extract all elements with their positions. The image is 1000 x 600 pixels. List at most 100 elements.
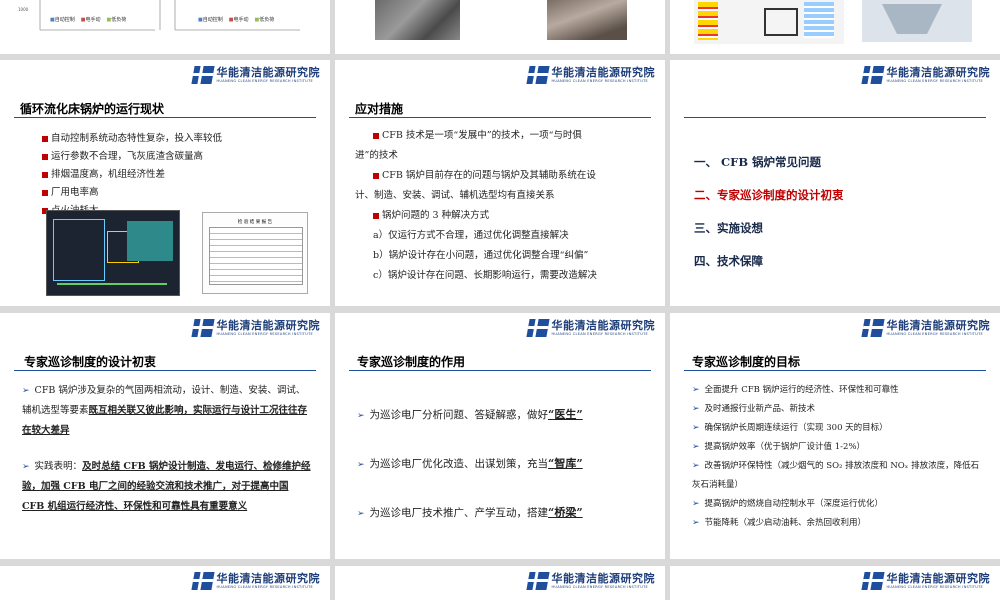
arrow-bullet-icon: ➢ [692,423,700,433]
list-item: ➢ 确保锅炉长周期连续运行（实现 300 天的目标） [692,423,888,433]
list-item: ➢ 改善锅炉环保特性（减少烟气的 SO₂ 排放浓度和 NOₓ 排放浓度，降低石灰石… [692,461,980,490]
org-logo: 华能清洁能源研究院 HUANENG CLEAN ENERGY RESEARCH I… [190,65,321,84]
legend-item: 自动控制 [54,17,75,23]
org-name: 华能清洁能源研究院 [216,318,320,332]
list-item: 运行参数不合理，飞灰底渣含碳量高 [42,148,222,166]
title-divider [349,117,651,118]
arrow-bullet-icon: ➢ [357,460,365,470]
slide-top-left[interactable]: 1000 ■自动控制 ■电手动 ■低负荷 ■自动控制 ■电手动 ■低负荷 [0,0,330,54]
org-logo: 华能清洁能源研究院 HUANENG CLEAN ENERGY RESEARCH I… [860,65,991,84]
list-item: ➢ 全面提升 CFB 锅炉运行的经济性、环保性和可靠性 [692,385,899,395]
org-name: 华能清洁能源研究院 [216,65,320,79]
org-name: 华能清洁能源研究院 [551,318,655,332]
org-name: 华能清洁能源研究院 [886,571,990,585]
org-logo: 华能清洁能源研究院 HUANENG CLEAN ENERGY RESEARCH I… [525,572,656,590]
status-list: 自动控制系统动态特性复杂，投入率较低 运行参数不合理，飞灰底渣含碳量高 排烟温度… [42,130,222,220]
logo-icon [860,319,885,337]
org-name: 华能清洁能源研究院 [886,318,990,332]
list-item: ➢ 提高锅炉效率（优于锅炉厂设计值 1-2%） [692,442,866,452]
slide-title: 专家巡诊制度的作用 [357,355,466,369]
org-logo: 华能清洁能源研究院 HUANENG CLEAN ENERGY RESEARCH I… [525,318,656,337]
bullet-icon [373,172,379,179]
title-divider [14,370,316,371]
line-chart-thumbnail-1 [39,0,300,31]
org-name-en: HUANENG CLEAN ENERGY RESEARCH INSTITUTE [216,331,314,336]
legend-item: 自动控制 [202,17,223,23]
org-logo: 华能清洁能源研究院 HUANENG CLEAN ENERGY RESEARCH I… [190,572,321,590]
bullet-icon [42,135,48,142]
title-divider [349,370,651,371]
legend-item: 电手动 [85,17,101,23]
logo-icon [190,319,215,337]
arrow-bullet-icon: ➢ [22,462,30,472]
toc-list: 一、 CFB 锅炉常见问题 二、专家巡诊制度的设计初衷 三、实施设想 四、技术保… [694,146,844,278]
test-report-image: 检 验 结 果 报 告 [202,212,308,294]
org-logo: 华能清洁能源研究院 HUANENG CLEAN ENERGY RESEARCH I… [190,318,321,337]
logo-icon [525,319,550,337]
title-divider [684,117,986,118]
logo-icon [525,66,550,84]
arrow-bullet-icon: ➢ [692,404,700,414]
goals-list: ➢ 全面提升 CFB 锅炉运行的经济性、环保性和可靠性 ➢ 及时通报行业新产品、新技… [692,381,980,533]
list-item: ➢ 为巡诊电厂分析问题、答疑解惑，做好“医生” [357,408,583,421]
logo-icon [190,66,215,84]
boiler-photo-2 [547,0,627,40]
logo-icon [860,572,885,590]
org-name-en: HUANENG CLEAN ENERGY RESEARCH INSTITUTE [551,78,649,83]
arrow-bullet-icon: ➢ [692,461,700,471]
bullet-icon [373,132,379,139]
slide-design-intent[interactable]: 华能清洁能源研究院 HUANENG CLEAN ENERGY RESEARCH I… [0,313,330,559]
option-b: b）锅炉设计存在小问题，通过优化调整合理“纠偏” [373,250,589,261]
option-a: a）仅运行方式不合理，通过优化调整直接解决 [373,230,569,241]
arrow-bullet-icon: ➢ [22,386,30,396]
intent-para-1: ➢ CFB 锅炉涉及复杂的气固两相流动，设计、制造、安装、调试、辅机选型等要素既互… [22,385,308,436]
slide-title: 专家巡诊制度的目标 [692,355,801,369]
toc-item[interactable]: 一、 CFB 锅炉常见问题 [694,146,844,179]
bullet-icon [42,153,48,160]
title-divider [14,117,316,118]
chart-legend-2: ■自动控制 ■电手动 ■低负荷 [198,17,275,23]
slide-top-right[interactable] [670,0,1000,54]
toc-item[interactable]: 四、技术保障 [694,245,844,278]
arrow-bullet-icon: ➢ [357,509,365,519]
list-item: ➢ 为巡诊电厂技术推广、产学互动，搭建“桥梁” [357,506,583,519]
slide-measures[interactable]: 华能清洁能源研究院 HUANENG CLEAN ENERGY RESEARCH I… [335,60,665,306]
arrow-bullet-icon: ➢ [692,499,700,509]
boiler-photo-1 [375,0,460,40]
list-item: ➢ 为巡诊电厂优化改造、出谋划策，充当“智库” [357,457,583,470]
chart-ytick: 1000 [18,7,29,12]
logo-icon [190,572,215,590]
list-item: ➢ 节能降耗（减少启动油耗、余热回收利用） [692,518,867,528]
legend-item: 低负荷 [259,17,275,23]
list-item: 排烟温度高，机组经济性差 [42,166,222,184]
toc-item-active[interactable]: 二、专家巡诊制度的设计初衷 [694,179,844,212]
slide-cfb-status[interactable]: 华能清洁能源研究院 HUANENG CLEAN ENERGY RESEARCH I… [0,60,330,306]
org-name-en: HUANENG CLEAN ENERGY RESEARCH INSTITUTE [551,331,649,336]
bullet-icon [42,189,48,196]
org-name-en: HUANENG CLEAN ENERGY RESEARCH INSTITUTE [216,584,314,589]
org-name-en: HUANENG CLEAN ENERGY RESEARCH INSTITUTE [886,78,984,83]
chart-legend-1: ■自动控制 ■电手动 ■低负荷 [50,17,127,23]
slide-bottom-middle[interactable]: 华能清洁能源研究院 HUANENG CLEAN ENERGY RESEARCH I… [335,566,665,600]
bullet-icon [42,171,48,178]
dcs-diagram-thumbnail [694,0,844,44]
slide-title: 专家巡诊制度的设计初衷 [24,355,157,369]
slide-bottom-left[interactable]: 华能清洁能源研究院 HUANENG CLEAN ENERGY RESEARCH I… [0,566,330,600]
org-name: 华能清洁能源研究院 [886,65,990,79]
measures-text: CFB 技术是一项“发展中”的技术，一项“与时俱 进”的技术 CFB 锅炉目前存… [355,126,655,286]
bullet-icon [373,212,379,219]
option-c: c）锅炉设计存在问题、长期影响运行，需要改造解决 [373,270,597,281]
org-logo: 华能清洁能源研究院 HUANENG CLEAN ENERGY RESEARCH I… [860,318,991,337]
org-name-en: HUANENG CLEAN ENERGY RESEARCH INSTITUTE [216,78,314,83]
slide-role[interactable]: 华能清洁能源研究院 HUANENG CLEAN ENERGY RESEARCH I… [335,313,665,559]
toc-item[interactable]: 三、实施设想 [694,212,844,245]
report-title: 检 验 结 果 报 告 [237,220,273,225]
slide-bottom-right[interactable]: 华能清洁能源研究院 HUANENG CLEAN ENERGY RESEARCH I… [670,566,1000,600]
org-logo: 华能清洁能源研究院 HUANENG CLEAN ENERGY RESEARCH I… [525,66,656,84]
role-list: ➢ 为巡诊电厂分析问题、答疑解惑，做好“医生” ➢ 为巡诊电厂优化改造、出谋划策，充… [357,391,583,538]
org-name-en: HUANENG CLEAN ENERGY RESEARCH INSTITUTE [886,331,984,336]
slide-goals[interactable]: 华能清洁能源研究院 HUANENG CLEAN ENERGY RESEARCH I… [670,313,1000,559]
slide-toc[interactable]: 华能清洁能源研究院 HUANENG CLEAN ENERGY RESEARCH I… [670,60,1000,306]
slide-top-middle[interactable] [335,0,665,54]
list-item: 自动控制系统动态特性复杂，投入率较低 [42,130,222,148]
